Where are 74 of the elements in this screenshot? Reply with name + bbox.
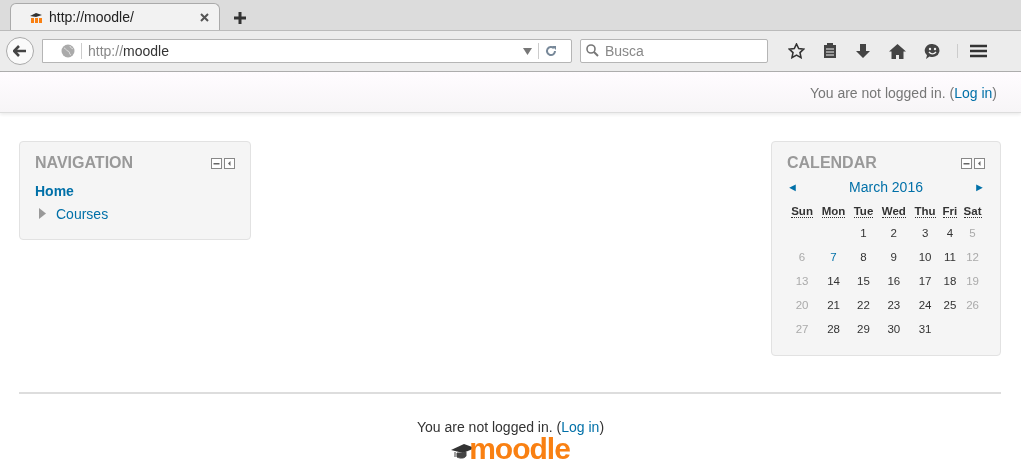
day-number: 13 xyxy=(795,275,809,287)
clipboard-icon[interactable] xyxy=(823,43,837,59)
star-icon[interactable] xyxy=(788,43,805,59)
day-number: 31 xyxy=(918,323,932,335)
login-notice: You are not logged in. (Log in) xyxy=(809,84,997,101)
day-number: 5 xyxy=(969,227,976,239)
day-number: 14 xyxy=(827,275,840,287)
moodle-logo: moodle xyxy=(469,437,570,461)
address-field[interactable]: http://moodle xyxy=(42,39,572,63)
day-number: 3 xyxy=(921,227,929,239)
menu-icon[interactable] xyxy=(970,44,987,58)
login-notice: You are not logged in. (Log in) xyxy=(416,419,605,435)
smiley-chat-icon[interactable] xyxy=(924,42,941,60)
day-number: 6 xyxy=(798,251,806,263)
day-number: 2 xyxy=(890,227,897,239)
reload-icon[interactable] xyxy=(545,45,557,57)
day-number: 11 xyxy=(943,251,956,263)
back-button[interactable] xyxy=(6,37,34,65)
weekday-header: Sat xyxy=(963,205,982,218)
search-icon xyxy=(586,44,599,57)
close-icon[interactable] xyxy=(200,12,209,22)
nav-link[interactable]: Courses xyxy=(56,205,109,222)
day-number: 8 xyxy=(860,251,867,263)
weekday-header: Fri xyxy=(942,205,958,218)
weekday-header: Wed xyxy=(881,205,906,218)
search-field[interactable]: Busca xyxy=(580,39,768,63)
weekday-header: Sun xyxy=(791,205,813,218)
day-number: 26 xyxy=(966,299,979,311)
day-number: 20 xyxy=(795,299,809,311)
weekday-header: Mon xyxy=(821,205,846,218)
day-number: 30 xyxy=(887,323,901,335)
collapse-icon[interactable] xyxy=(211,157,222,169)
back-arrow-icon xyxy=(13,45,27,57)
day-number: 17 xyxy=(918,275,932,287)
block-title: NAVIGATION xyxy=(35,154,134,172)
day-number: 24 xyxy=(918,299,932,311)
day-number: 27 xyxy=(795,323,809,335)
day-number: 15 xyxy=(857,275,870,287)
month-title[interactable]: March 2016 xyxy=(849,179,923,195)
day-number: 4 xyxy=(946,227,954,239)
login-link[interactable]: Log in xyxy=(561,419,600,435)
collapsed-arrow-icon[interactable] xyxy=(39,208,46,219)
home-icon[interactable] xyxy=(889,43,906,59)
dock-icon[interactable] xyxy=(224,157,235,169)
dropdown-icon[interactable] xyxy=(523,47,532,55)
next-month-arrow[interactable]: ► xyxy=(974,181,985,193)
day-number: 29 xyxy=(857,323,870,335)
login-link[interactable]: Log in xyxy=(954,85,993,101)
previous-month-arrow[interactable]: ◄ xyxy=(787,181,798,193)
day-number: 28 xyxy=(827,323,840,335)
day-number: 12 xyxy=(966,251,979,263)
day-number: 16 xyxy=(887,275,901,287)
block-title: CALENDAR xyxy=(787,154,877,172)
day-number: 25 xyxy=(943,299,957,311)
download-icon[interactable] xyxy=(855,43,871,59)
nav-link[interactable]: Home xyxy=(35,182,74,199)
collapse-icon[interactable] xyxy=(961,157,972,169)
weekday-header: Thu xyxy=(914,205,936,218)
day-number: 10 xyxy=(918,251,932,263)
globe-icon xyxy=(61,44,75,58)
day-number: 9 xyxy=(890,251,897,263)
day-number: 19 xyxy=(966,275,979,287)
day-number: 23 xyxy=(887,299,901,311)
moodle-favicon-icon xyxy=(29,11,43,23)
day-number: 1 xyxy=(860,227,867,239)
browser-tab[interactable]: http://moodle/ xyxy=(10,3,220,30)
day-number: 22 xyxy=(857,299,870,311)
weekday-header: Tue xyxy=(853,205,874,218)
day-number: 18 xyxy=(943,275,957,287)
day-number[interactable]: 7 xyxy=(830,251,837,263)
new-tab-icon[interactable] xyxy=(234,12,246,24)
tab-title: http://moodle/ xyxy=(49,9,135,25)
day-number: 21 xyxy=(827,299,840,311)
dock-icon[interactable] xyxy=(974,157,985,169)
